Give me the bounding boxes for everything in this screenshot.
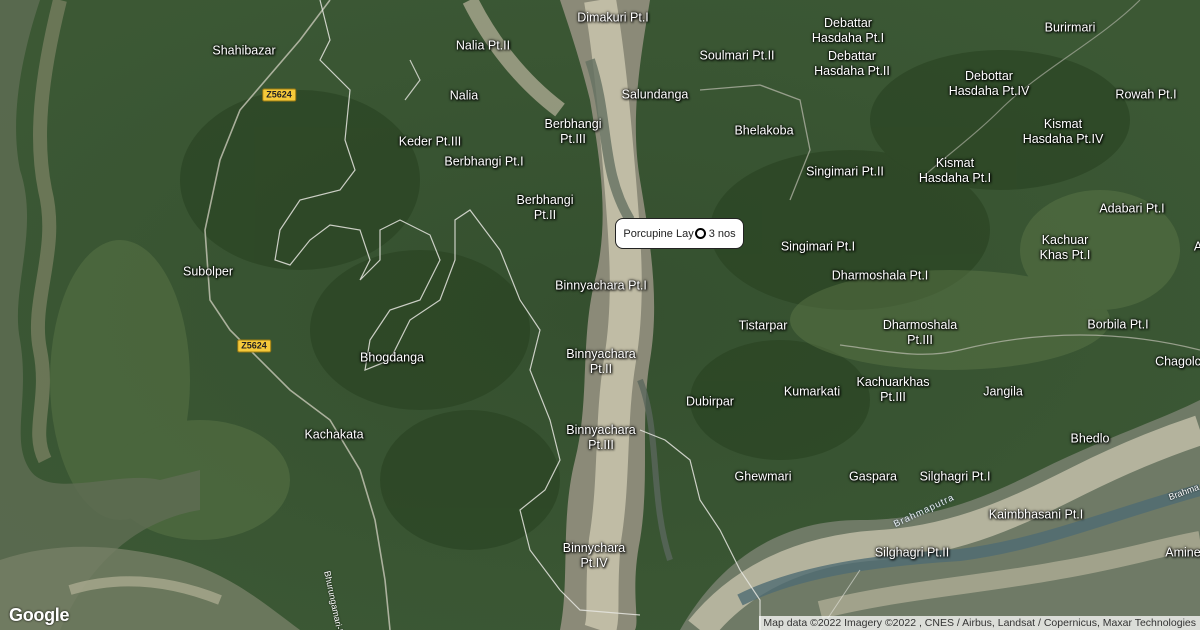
place-label-adabari: Adabari Pt.I bbox=[1099, 201, 1165, 216]
place-label-borbila: Borbila Pt.I bbox=[1087, 317, 1149, 332]
place-label-debattar2: Debattar Hasdaha Pt.II bbox=[814, 49, 890, 78]
place-label-kachuarkhas3: Kachuarkhas Pt.III bbox=[856, 375, 930, 404]
place-label-kaimbhasani: Kaimbhasani Pt.I bbox=[988, 507, 1084, 522]
place-label-tistarpar: Tistarpar bbox=[738, 318, 788, 333]
place-label-keder: Keder Pt.III bbox=[398, 134, 462, 149]
place-label-binnyachara2: Binnyachara Pt.II bbox=[566, 347, 636, 376]
place-label-dubirpar: Dubirpar bbox=[686, 394, 734, 409]
place-label-subolper: Subolper bbox=[182, 264, 234, 279]
place-label-soulmari: Soulmari Pt.II bbox=[699, 48, 775, 63]
place-label-a-edge: A bbox=[1193, 239, 1200, 254]
place-label-berbhangi1: Berbhangi Pt.I bbox=[444, 154, 524, 169]
place-label-nalia-pt2: Nalia Pt.II bbox=[455, 38, 511, 53]
place-label-amine: Amine bbox=[1165, 545, 1200, 560]
place-label-berbhangi2: Berbhangi Pt.II bbox=[516, 193, 574, 222]
place-label-nalia: Nalia bbox=[449, 88, 479, 103]
place-label-kismat1: Kismat Hasdaha Pt.I bbox=[918, 156, 992, 185]
place-label-kumarkati: Kumarkati bbox=[783, 384, 841, 399]
road-shield-z5624: Z5624 bbox=[237, 339, 271, 353]
place-label-singimari1: Singimari Pt.I bbox=[780, 239, 856, 254]
place-label-jangila: Jangila bbox=[983, 384, 1023, 399]
circle-marker-icon[interactable] bbox=[694, 228, 706, 239]
place-label-singimari2: Singimari Pt.II bbox=[806, 164, 884, 179]
place-label-dimakuri: Dimakuri Pt.I bbox=[577, 10, 649, 25]
place-label-binnyachara1: Binnyachara Pt.I bbox=[555, 278, 647, 293]
place-label-burirmari: Burirmari bbox=[1044, 20, 1096, 35]
place-label-dharmoshala1: Dharmoshala Pt.I bbox=[831, 268, 929, 283]
place-label-chagolc: Chagolc bbox=[1155, 354, 1200, 369]
place-label-bhedlo: Bhedlo bbox=[1070, 431, 1110, 446]
map-callout[interactable]: Porcupine Lay 3 nos bbox=[615, 218, 744, 249]
place-label-debottar4: Debottar Hasdaha Pt.IV bbox=[948, 69, 1030, 98]
place-label-berbhangi3: Berbhangi Pt.III bbox=[544, 117, 602, 146]
place-label-bhogdanga: Bhogdanga bbox=[360, 350, 424, 365]
callout-text-left: Porcupine Lay bbox=[623, 227, 694, 240]
place-label-bhelakoba: Bhelakoba bbox=[734, 123, 794, 138]
place-label-kachakata: Kachakata bbox=[304, 427, 364, 442]
place-label-salundanga: Salundanga bbox=[621, 87, 689, 102]
place-label-rowah: Rowah Pt.I bbox=[1115, 87, 1177, 102]
place-label-silghagri2: Silghagri Pt.II bbox=[874, 545, 950, 560]
place-label-shahibazar: Shahibazar bbox=[212, 43, 276, 58]
place-label-gaspara: Gaspara bbox=[849, 469, 897, 484]
place-label-debattar1: Debattar Hasdaha Pt.I bbox=[811, 16, 885, 45]
place-label-kachuar: Kachuar Khas Pt.I bbox=[1039, 233, 1091, 262]
place-label-binnychara4: Binnychara Pt.IV bbox=[562, 541, 626, 570]
place-label-dharmoshala3: Dharmoshala Pt.III bbox=[882, 318, 958, 347]
place-label-ghewmari: Ghewmari bbox=[734, 469, 792, 484]
google-logo[interactable]: Google bbox=[9, 605, 70, 626]
place-label-kismat4: Kismat Hasdaha Pt.IV bbox=[1022, 117, 1104, 146]
place-label-binnyachara3: Binnyachara Pt.III bbox=[566, 423, 636, 452]
road-shield-z5624: Z5624 bbox=[262, 88, 296, 102]
callout-text-right: 3 nos bbox=[708, 227, 736, 240]
place-label-silghagri1: Silghagri Pt.I bbox=[919, 469, 991, 484]
map-attribution: Map data ©2022 Imagery ©2022 , CNES / Ai… bbox=[759, 616, 1200, 630]
satellite-map[interactable]: Dimakuri Pt.I Nalia Pt.II Shahibazar Soulma… bbox=[0, 0, 1200, 630]
